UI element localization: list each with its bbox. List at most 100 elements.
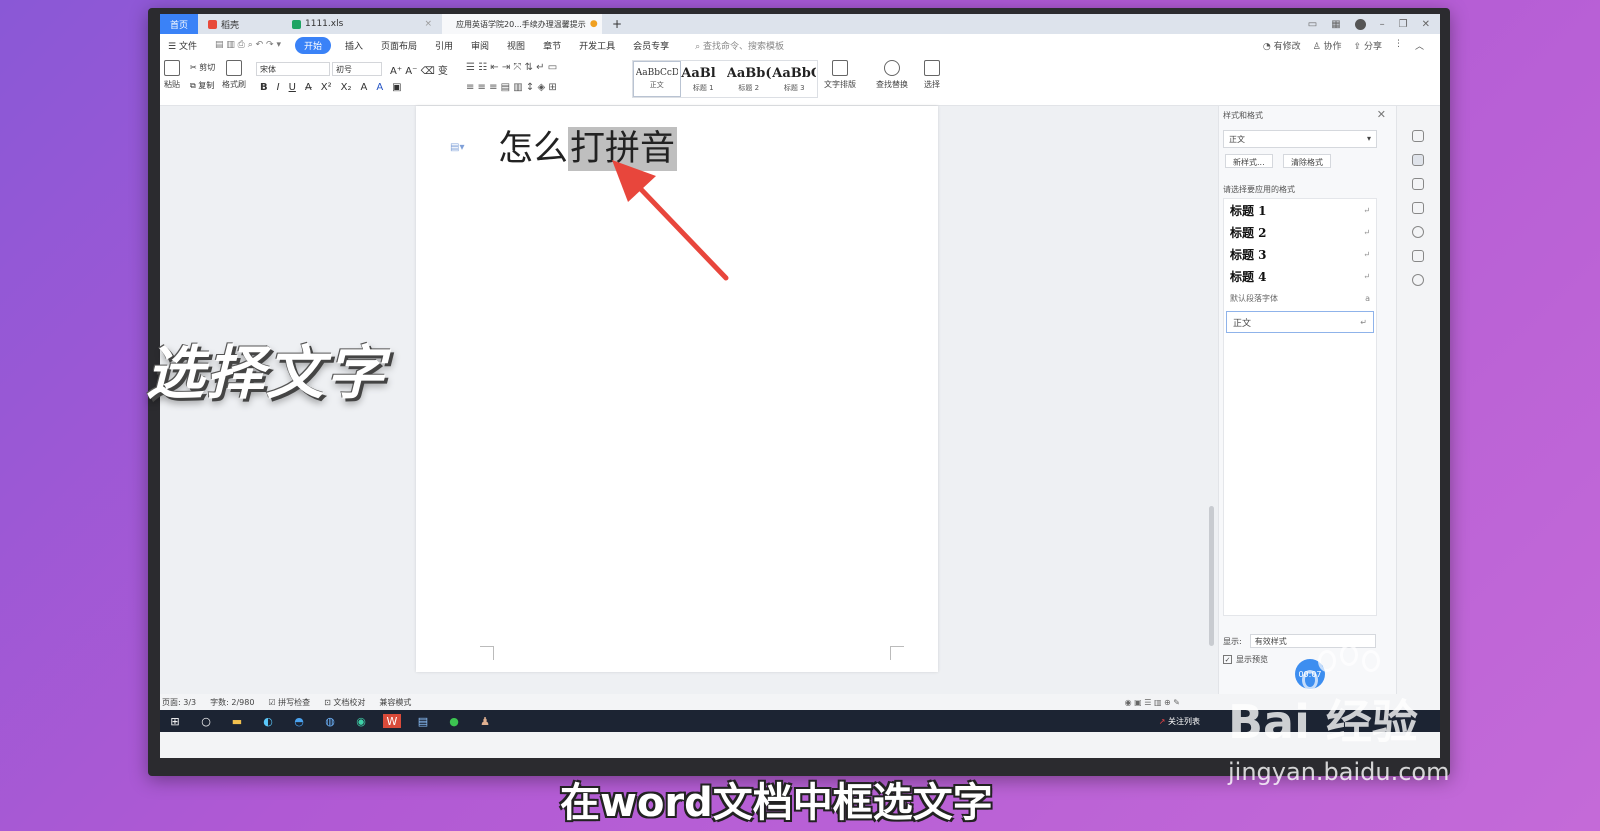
copy-button[interactable]: ⧉ 复制: [190, 80, 214, 91]
help-icon[interactable]: [1412, 226, 1424, 238]
menu-chapter[interactable]: 章节: [539, 37, 565, 54]
font-format-row[interactable]: B I U A̶ X² X₂ A A ▣: [260, 82, 402, 93]
style-list-heading-1[interactable]: 标题 1 ↵: [1224, 199, 1376, 221]
view-modes[interactable]: ◉ ▣ ☰ ▥ ⊕ ✎: [1125, 698, 1180, 707]
close-window-icon[interactable]: ✕: [1422, 19, 1430, 30]
text-layout-button[interactable]: 文字排版: [824, 60, 856, 90]
find-replace-button[interactable]: 查找替换: [876, 60, 908, 90]
style-list-normal[interactable]: 正文 ↵: [1226, 311, 1374, 333]
collab-button[interactable]: ♙ 协作: [1313, 39, 1342, 52]
collapse-ribbon-icon[interactable]: ︿: [1415, 39, 1424, 52]
proofread-label: 文档校对: [333, 697, 366, 707]
document-text[interactable]: 怎么打拼音: [498, 120, 678, 171]
italic-icon[interactable]: I: [277, 82, 280, 93]
style-heading-3[interactable]: AaBbC 标题 3: [772, 61, 818, 97]
pen-icon[interactable]: [1412, 154, 1424, 166]
bold-icon[interactable]: B: [260, 82, 268, 93]
windows-start-icon[interactable]: ⊞: [166, 714, 184, 728]
style-list-heading-2[interactable]: 标题 2 ↵: [1224, 221, 1376, 243]
tab-home[interactable]: 首页: [160, 14, 198, 34]
style-tool-icon[interactable]: [1412, 130, 1424, 142]
paragraph-tools-top[interactable]: ☰ ☷ ⇤ ⇥ ⤧ ⇅ ↵ ▭: [466, 62, 557, 73]
command-search[interactable]: ⌕ 查找命令、搜索模板: [691, 37, 788, 54]
paragraph-handle-icon[interactable]: ▤▾: [450, 142, 464, 153]
search-circle-icon[interactable]: ○: [197, 714, 215, 728]
share-button[interactable]: ⇪ 分享: [1354, 39, 1382, 52]
clear-format-button[interactable]: 清除格式: [1283, 154, 1331, 168]
scrollbar-thumb[interactable]: [1209, 506, 1214, 646]
style-list-default-font[interactable]: 默认段落字体 a: [1224, 287, 1376, 309]
spellcheck-button[interactable]: ☑ 拼写检查: [268, 697, 310, 708]
new-tab-button[interactable]: +: [602, 14, 632, 34]
superscript-icon[interactable]: X²: [321, 82, 332, 93]
style-list-heading-3[interactable]: 标题 3 ↵: [1224, 243, 1376, 265]
char-border-icon[interactable]: ▣: [392, 82, 401, 93]
strikethrough-icon[interactable]: A̶: [305, 82, 312, 93]
apps-icon[interactable]: ▦: [1331, 19, 1340, 30]
menu-view[interactable]: 视图: [503, 37, 529, 54]
close-icon[interactable]: ×: [424, 19, 432, 29]
show-filter-select[interactable]: 有效样式: [1249, 634, 1376, 648]
menu-member[interactable]: 会员专享: [629, 37, 673, 54]
text-unselected[interactable]: 怎么: [498, 129, 568, 169]
location-icon[interactable]: [1412, 274, 1424, 286]
image-icon[interactable]: [1412, 250, 1424, 262]
font-tools-top[interactable]: A⁺ A⁻ ⌫ 变: [390, 62, 448, 77]
show-preview-option[interactable]: ✓ 显示预览: [1223, 654, 1268, 665]
edge-icon[interactable]: ◓: [290, 714, 308, 728]
style-heading-1[interactable]: AaBl 标题 1: [681, 61, 727, 97]
subscript-icon[interactable]: X₂: [341, 82, 352, 93]
underline-icon[interactable]: U: [289, 82, 296, 93]
paragraph-tools-bottom[interactable]: ≡ ≡ ≡ ▤ ▥ ↕ ◈ ⊞: [466, 82, 557, 93]
word-count[interactable]: 字数: 2/980: [210, 697, 254, 708]
sogou-icon[interactable]: ◍: [321, 714, 339, 728]
layout-icon[interactable]: ▭: [1308, 19, 1317, 30]
tab-document[interactable]: 应用英语学院20...手续办理温馨提示 ●: [442, 14, 602, 34]
font-size-select[interactable]: 初号: [332, 62, 382, 76]
new-style-button[interactable]: 新样式...: [1225, 154, 1273, 168]
minimize-icon[interactable]: –: [1380, 19, 1385, 30]
paste-button[interactable]: 粘贴: [164, 60, 180, 90]
current-style-select[interactable]: 正文 ▾: [1223, 130, 1377, 148]
font-color-icon[interactable]: A: [376, 82, 383, 93]
document-scrollbar[interactable]: [1206, 106, 1218, 694]
proofread-button[interactable]: ⊡ 文档校对: [324, 697, 365, 708]
browser-search-icon[interactable]: ◐: [259, 714, 277, 728]
pointer-icon[interactable]: [1412, 178, 1424, 190]
wps-icon[interactable]: W: [383, 714, 401, 728]
menu-insert[interactable]: 插入: [341, 37, 367, 54]
avatar[interactable]: [1354, 18, 1366, 30]
menu-layout[interactable]: 页面布局: [377, 37, 421, 54]
tab-docer[interactable]: 稻壳: [198, 14, 282, 34]
focus-list[interactable]: ↗ 关注列表: [1159, 716, 1200, 727]
menu-references[interactable]: 引用: [431, 37, 457, 54]
menu-file[interactable]: ☰ 文件: [164, 37, 201, 54]
wechat-icon[interactable]: ●: [445, 714, 463, 728]
menu-start[interactable]: 开始: [294, 36, 331, 54]
select-button[interactable]: 选择: [924, 60, 940, 90]
format-painter-button[interactable]: 格式刷: [222, 60, 246, 90]
edge-chromium-icon[interactable]: ◉: [352, 714, 370, 728]
user-app-icon[interactable]: ♟: [476, 714, 494, 728]
style-heading-2[interactable]: AaBb( 标题 2: [726, 61, 772, 97]
page-count[interactable]: 页面: 3/3: [162, 697, 196, 708]
style-normal[interactable]: AaBbCcDd 正文: [633, 61, 681, 97]
adjust-icon[interactable]: [1412, 202, 1424, 214]
more-icon[interactable]: ⋮: [1394, 39, 1403, 52]
preview-checkbox[interactable]: ✓: [1223, 655, 1232, 664]
modified-button[interactable]: ◔ 有修改: [1263, 39, 1301, 52]
highlight-icon[interactable]: A: [360, 82, 367, 93]
text-selected[interactable]: 打拼音: [568, 127, 678, 171]
menu-devtools[interactable]: 开发工具: [575, 37, 619, 54]
font-name-select[interactable]: 宋体: [256, 62, 330, 76]
menu-review[interactable]: 审阅: [467, 37, 493, 54]
panel-close-icon[interactable]: ✕: [1377, 108, 1386, 121]
quick-access-toolbar[interactable]: ▤ ▥ ⎙ ⌕ ↶ ↷ ▾: [211, 38, 285, 52]
tab-xls[interactable]: 1111.xls ×: [282, 14, 442, 34]
notes-icon[interactable]: ▤: [414, 714, 432, 728]
file-explorer-icon[interactable]: ▬: [228, 714, 246, 728]
document-page[interactable]: ▤▾ 怎么打拼音: [416, 106, 938, 672]
cut-button[interactable]: ✂ 剪切: [190, 62, 215, 73]
style-list-heading-4[interactable]: 标题 4 ↵: [1224, 265, 1376, 287]
restore-icon[interactable]: ❐: [1399, 19, 1408, 30]
